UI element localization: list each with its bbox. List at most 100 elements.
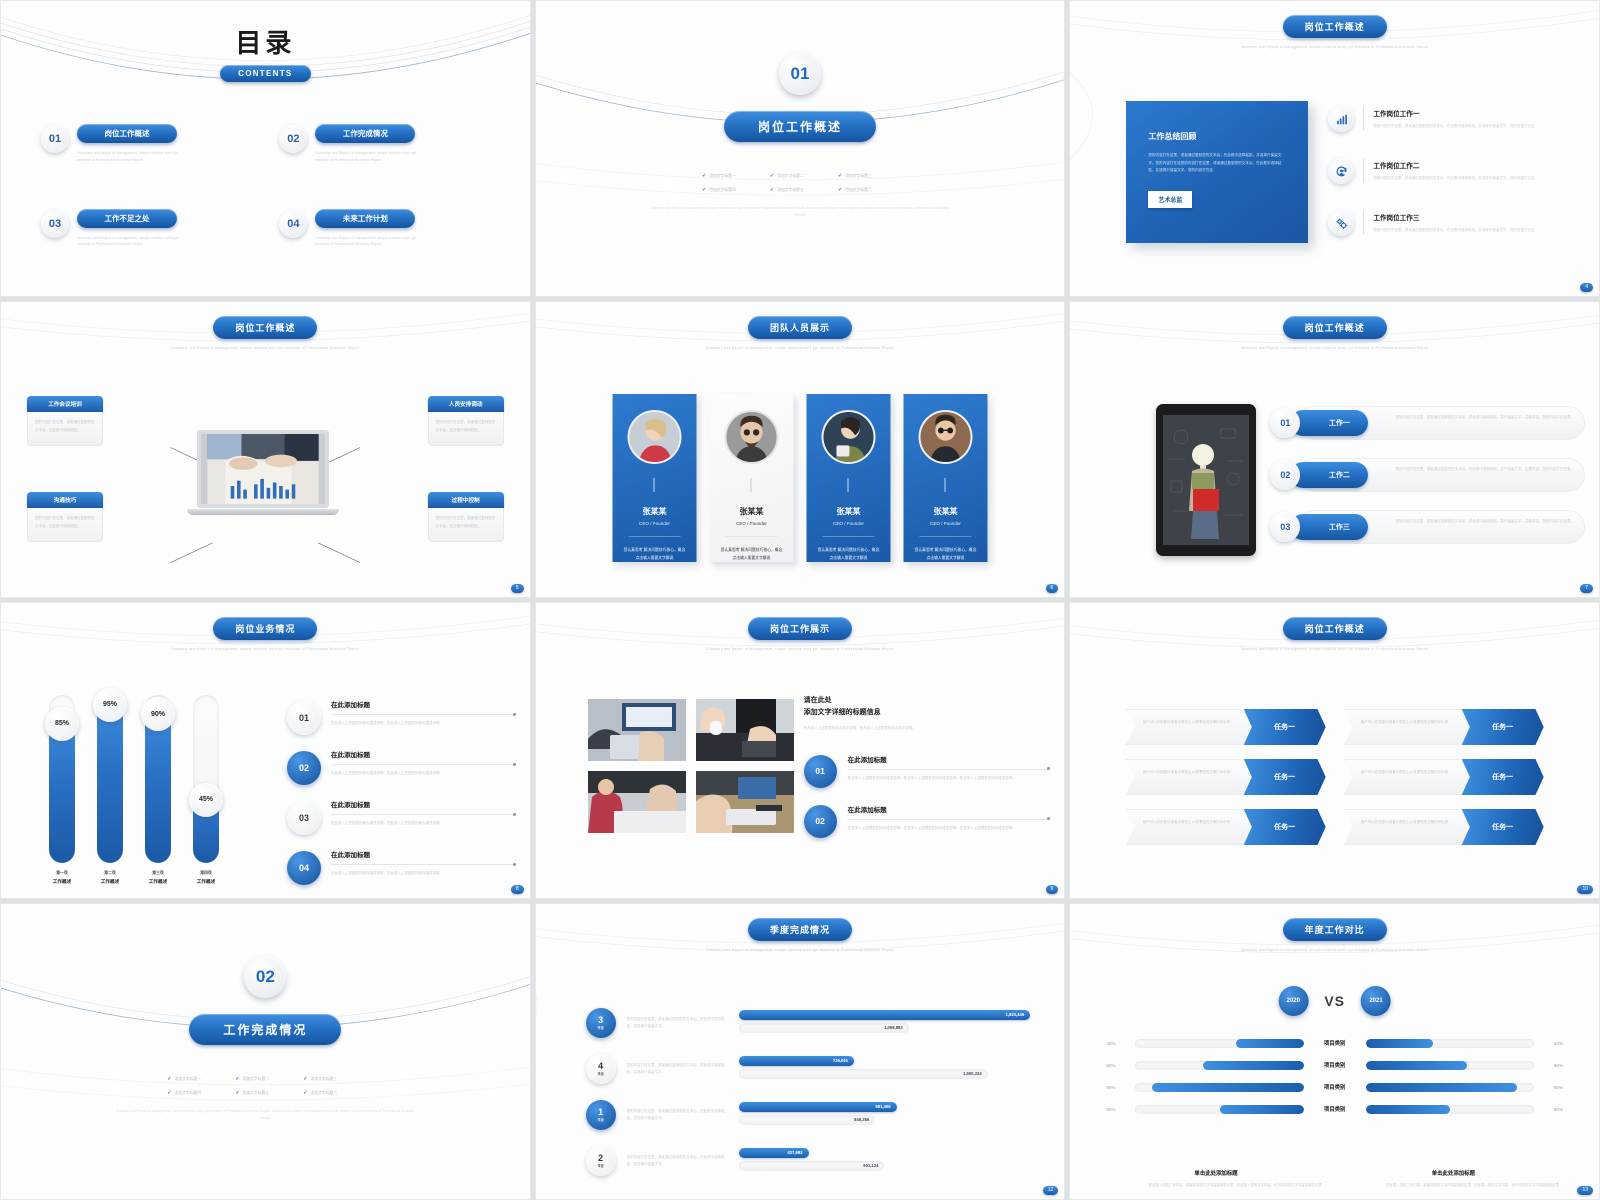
quarter-badge: 2 季度 <box>585 1146 616 1176</box>
team-member-card[interactable]: 张某某 CEO / Founder 您认真思考 解决问题技巧核心，概念点击输入需… <box>806 394 891 562</box>
slide-thumbnail-chevrons[interactable]: 岗位工作概述 Summary and Report of management,… <box>1069 602 1600 899</box>
chevron-item[interactable]: 用户可以在投影仪或者计算机上以将漂亮的文稿打印出来 任务一 <box>1343 809 1544 845</box>
avatar <box>918 410 973 464</box>
gears-icon <box>1328 210 1355 236</box>
quarter-row[interactable]: 1 季度 您的内容打在这里，或者通过复制您的文本后，在此框中选择粘贴，并选择只保… <box>585 1092 1043 1138</box>
legend-row[interactable]: 02 在此添加标题 在此录入上述图表的综合描述说明，在此录入上述图表的综合描述说… <box>287 749 516 799</box>
contents-item-number: 02 <box>279 125 308 153</box>
slide-thumbnail-team[interactable]: 团队人员展示 Summary and Report of management,… <box>534 301 1066 598</box>
bar-main: 725,091 <box>738 1056 855 1066</box>
right-fill <box>1365 1082 1518 1092</box>
slide-thumbnail-card-icons[interactable]: 岗位工作概述 Summary and Report of management,… <box>1069 0 1600 297</box>
quarter-desc: 您的内容打在这里，或者通过复制您的文本后，在此框中选择粘贴，并选择只保留文字。 <box>626 1154 725 1166</box>
slide-thumbnail-section-02[interactable]: 02 工作完成情况 ✔ 添加文字标题一 ✔ 添加文字标题二 ✔ 添加文字标题三 ✔ 添加… <box>0 903 531 1200</box>
icon-feature-row[interactable]: 工作岗位工作二 您的内容打在这里，或者通过复制您的文本后，在此框中选择粘贴，并选… <box>1328 145 1581 197</box>
category-label: 项目类别 <box>1323 1085 1346 1091</box>
slide-thumbnail-quarter-bars[interactable]: 季度完成情况 Summary and Report of management,… <box>534 903 1066 1200</box>
team-member-role: CEO / Founder <box>833 521 864 526</box>
icon-feature-row[interactable]: 工作岗位工作三 您的内容打在这里，或者通过复制您的文本后，在此框中选择粘贴，并选… <box>1328 197 1581 249</box>
page-number: 4 <box>1580 283 1593 292</box>
slide-header: 岗位业务情况 Summary and Report of management,… <box>1 617 530 651</box>
photo <box>695 699 794 761</box>
contents-item[interactable]: 03 工作不足之处 Summary and Report of manageme… <box>41 208 251 249</box>
quarter-number: 3 <box>598 1014 604 1025</box>
numbered-item[interactable]: 02 在此添加标题 在此录入上述图表的综合描述说明，在此录入上述图表的综合描述说… <box>803 804 1050 838</box>
slide-thumbnail-tablet-steps[interactable]: 岗位工作概述 Summary and Report of management,… <box>1069 301 1600 598</box>
contents-item-desc: Summary and Report of management, simple… <box>315 151 416 162</box>
gauge-legend-list: 01 在此添加标题 在此录入上述图表的综合描述说明，在此录入上述图表的综合描述说… <box>287 699 516 898</box>
step-row[interactable]: 您的内容打在这里，或者通过复制您的文本后，在此框中选择粘贴，并只保留文字。主要内… <box>1270 454 1585 506</box>
chevron-item[interactable]: 用户可以在投影仪或者计算机上以将漂亮的文稿打印出来 任务一 <box>1125 759 1326 795</box>
photo-grid <box>587 699 794 833</box>
team-member-card[interactable]: 张某某 CEO / Founder 您认真思考 解决问题技巧核心，概念点击输入需… <box>903 394 988 562</box>
section-title: 岗位工作概述 <box>723 111 876 142</box>
step-label: 工作二 <box>1290 462 1369 488</box>
chevron-item[interactable]: 用户可以在投影仪或者计算机上以将漂亮的文稿打印出来 任务一 <box>1343 759 1544 795</box>
slide-subtitle: Summary and Report of management, simple… <box>706 345 894 351</box>
chevron-item[interactable]: 用户可以在投影仪或者计算机上以将漂亮的文稿打印出来 任务一 <box>1343 709 1544 745</box>
diagram-box[interactable]: 过程中控制 您的内容打在这里，或者通过复制您的文本后，在此框中选择粘贴。 <box>427 492 504 542</box>
summary-card[interactable]: 工作总结回顾 您的内容打在这里，或者通过复制您的文本后，在此框中选择粘贴，并选择… <box>1126 101 1309 243</box>
chevron-item[interactable]: 用户可以在投影仪或者计算机上以将漂亮的文稿打印出来 任务一 <box>1125 809 1326 845</box>
gauge-category: 第三项 <box>152 871 164 875</box>
bar-alt: 1,550,334 <box>738 1069 988 1079</box>
numbered-item[interactable]: 01 在此添加标题 在此录入上述图表的综合描述说明，在此录入上述图表的综合描述说… <box>803 754 1050 788</box>
right-fill <box>1365 1038 1433 1048</box>
legend-row[interactable]: 01 在此添加标题 在此录入上述图表的综合描述说明，在此录入上述图表的综合描述说… <box>287 699 516 749</box>
icon-feature-row[interactable]: 工作岗位工作一 您的内容打在这里，或者通过复制您的文本后，在此框中选择粘贴，并选… <box>1328 93 1581 145</box>
page-number: 12 <box>1042 1186 1059 1195</box>
compare-row[interactable]: 50% 项目类别 50% <box>1106 1098 1563 1120</box>
diagram-box[interactable]: 人员安排调动 您的内容打在这里，或者通过复制您的文本后，在此框中选择粘贴。 <box>427 396 504 446</box>
slide-thumbnail-laptop-diagram[interactable]: 岗位工作概述 Summary and Report of management,… <box>0 301 531 598</box>
slide-thumbnail-gauges[interactable]: 岗位业务情况 Summary and Report of management,… <box>0 602 531 899</box>
gauge[interactable]: 85% 第一项 工作概述 <box>45 695 79 885</box>
legend-row[interactable]: 03 在此添加标题 在此录入上述图表的综合描述说明，在此录入上述图表的综合描述说… <box>287 799 516 849</box>
contents-item[interactable]: 01 岗位工作概述 Summary and Report of manageme… <box>41 123 251 164</box>
divider <box>331 862 516 866</box>
legend-row[interactable]: 04 在此添加标题 在此录入上述图表的综合描述说明，在此录入上述图表的综合描述说… <box>287 849 516 898</box>
divider <box>919 536 972 537</box>
checklist-item: ✔ 添加文字标题三 <box>838 173 898 179</box>
checklist-item: ✔ 添加文字标题六 <box>303 1090 363 1096</box>
contents-item[interactable]: 04 未来工作计划 Summary and Report of manageme… <box>279 208 489 249</box>
gauge[interactable]: 95% 第二项 工作概述 <box>93 687 127 885</box>
bar-alt-value: 846,356 <box>854 1116 870 1122</box>
page-title: 目录 <box>235 28 296 58</box>
contents-item-number: 03 <box>41 209 69 238</box>
bar-main-value: 1,823,445 <box>1005 1011 1025 1017</box>
quarter-row[interactable]: 3 季度 您的内容打在这里，或者通过复制您的文本后，在此框中选择粘贴，并选择只保… <box>585 1000 1043 1046</box>
contents-item[interactable]: 02 工作完成情况 Summary and Report of manageme… <box>279 123 489 164</box>
slide-thumbnail-vs-compare[interactable]: 年度工作对比 Summary and Report of management,… <box>1069 903 1600 1200</box>
compare-row[interactable]: 40% 项目类别 40% <box>1106 1032 1563 1054</box>
diagram-box-heading: 沟通技巧 <box>27 492 103 508</box>
gauge-sublabel: 工作概述 <box>52 879 72 884</box>
step-row[interactable]: 您的内容打在这里，或者通过复制您的文本后，在此框中选择粘贴，并只保留文字。主要内… <box>1270 402 1585 454</box>
gauge-value: 90% <box>141 697 175 731</box>
gauge[interactable]: 90% 第三项 工作概述 <box>141 695 175 885</box>
slide-thumbnail-section-01[interactable]: 01 岗位工作概述 ✔ 添加文字标题一 ✔ 添加文字标题二 ✔ 添加文字标题三 ✔ 添加… <box>534 0 1066 297</box>
compare-footer: 单击此处添加标题 在此录入您的工作内容，或者将您的文字内容复制在这里，在此录入您… <box>1348 1169 1559 1189</box>
quarter-row[interactable]: 4 季度 您的内容打在这里，或者通过复制您的文本后，在此框中选择粘贴，并选择只保… <box>585 1046 1043 1092</box>
legend-body: 在此录入上述图表的综合描述说明，在此录入上述图表的综合描述说明。 <box>331 771 443 775</box>
diagram-box[interactable]: 工作会议培训 您的内容打在这里，或者通过复制您的文本后，在此框中选择粘贴。 <box>27 396 103 446</box>
right-year-badge: 2021 <box>1361 986 1391 1016</box>
chevron-item[interactable]: 用户可以在投影仪或者计算机上以将漂亮的文稿打印出来 任务一 <box>1125 709 1326 745</box>
summary-card-button[interactable]: 艺术总监 <box>1148 190 1193 208</box>
right-fill <box>1365 1060 1467 1070</box>
divider <box>944 478 946 492</box>
gauge[interactable]: 45% 第四项 工作概述 <box>189 695 223 885</box>
team-member-card[interactable]: 张某某 CEO / Founder 您认真思考 解决问题技巧核心，概念点击输入需… <box>612 394 697 562</box>
right-track <box>1365 1082 1535 1092</box>
step-row[interactable]: 您的内容打在这里，或者通过复制您的文本后，在此框中选择粘贴，并只保留文字。主要内… <box>1270 506 1585 558</box>
slide-title: 岗位业务情况 <box>213 617 318 640</box>
compare-row[interactable]: 60% 项目类别 60% <box>1106 1054 1563 1076</box>
slide-thumbnail-contents[interactable]: 目录 CONTENTS 01 岗位工作概述 Summary and Report… <box>0 0 531 297</box>
team-member-card[interactable]: 张某某 CEO / Founder 您认真思考 解决问题技巧核心，概念点击输入需… <box>709 394 794 562</box>
right-percent: 90% <box>1553 1084 1564 1090</box>
compare-row[interactable]: 90% 项目类别 90% <box>1106 1076 1563 1098</box>
diagram-box[interactable]: 沟通技巧 您的内容打在这里，或者通过复制您的文本后，在此框中选择粘贴。 <box>27 492 103 542</box>
slide-thumbnail-grid: 目录 CONTENTS 01 岗位工作概述 Summary and Report… <box>0 0 1600 1200</box>
slide-subtitle: Summary and Report of management, simple… <box>1240 947 1429 953</box>
slide-thumbnail-photo-grid[interactable]: 岗位工作展示 Summary and Report of management,… <box>534 602 1066 899</box>
quarter-row[interactable]: 2 季度 您的内容打在这里，或者通过复制您的文本后，在此框中选择粘贴，并选择只保… <box>585 1138 1043 1184</box>
